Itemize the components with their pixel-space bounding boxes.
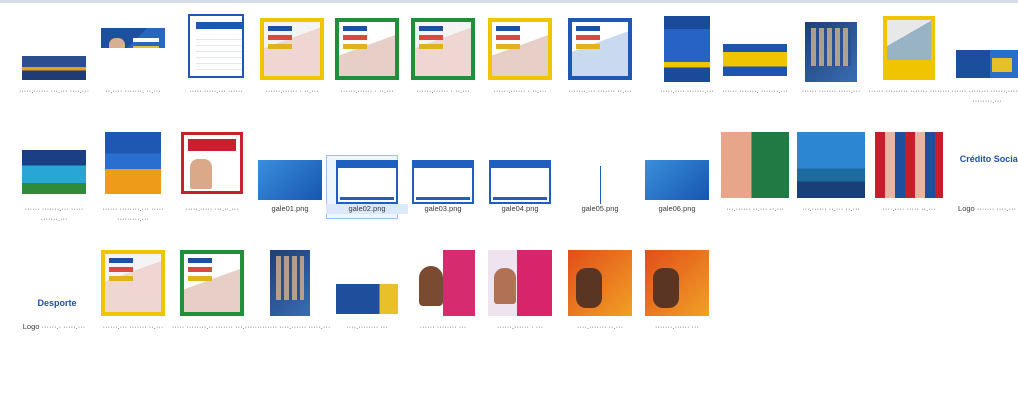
file-thumbnail[interactable]	[875, 132, 943, 198]
file-name-label: ····.········ ···	[346, 322, 388, 331]
logo-text: Crédito Social	[959, 154, 1018, 164]
file-thumbnail[interactable]	[883, 16, 935, 80]
file-name-label: ······ ········.··· ····· ·········.···	[102, 204, 164, 223]
file-name-label: ·····.······ ···.··· ····.···	[18, 86, 90, 95]
file-thumbnail[interactable]	[101, 250, 165, 316]
file-thumbnail[interactable]	[569, 160, 631, 204]
file-thumbnail[interactable]	[101, 28, 165, 48]
file-name-label: ······.······ · ··.···	[493, 86, 547, 95]
thumbnail-art	[184, 254, 240, 312]
logo-text: Desporte	[37, 298, 77, 308]
file-thumbnail[interactable]	[721, 132, 789, 198]
file-thumbnail[interactable]	[805, 22, 857, 82]
file-name-label: ··.···· ·······. ··.···	[105, 86, 161, 95]
file-thumbnail[interactable]	[956, 50, 1018, 78]
file-name-label: gale04.png	[501, 204, 539, 213]
file-thumbnail[interactable]	[270, 250, 310, 316]
file-thumbnail[interactable]	[258, 160, 322, 200]
file-thumbnail[interactable]	[489, 160, 551, 204]
file-name-label: ······.······ · ···	[496, 322, 544, 331]
file-thumbnail[interactable]	[181, 132, 243, 194]
file-thumbnail[interactable]	[260, 18, 324, 80]
thumbnail-art	[105, 254, 161, 312]
file-thumbnail[interactable]	[411, 18, 475, 80]
file-name-label: ······ ·······. ·······.···	[722, 86, 788, 95]
file-thumbnail[interactable]	[664, 16, 710, 82]
window-top-border	[0, 0, 1018, 3]
thumbnail-art	[339, 22, 395, 76]
file-name-label: ·····.····· ···.··.···	[185, 204, 239, 213]
file-thumbnail[interactable]	[488, 18, 552, 80]
file-thumbnail[interactable]	[568, 18, 632, 80]
file-thumbnail[interactable]	[645, 160, 709, 200]
file-name-label: ···.······ ··.··· ··.···	[802, 204, 860, 213]
file-thumbnail[interactable]	[797, 132, 865, 198]
file-name-label: gale03.png	[424, 204, 462, 213]
file-thumbnail[interactable]	[336, 284, 398, 314]
file-name-label: ····· ·····.··· ······	[189, 86, 243, 95]
file-name-label: ······.······ · ··.···	[416, 86, 470, 95]
file-name-label: ···.······ ··.··· ··.···	[726, 204, 784, 213]
file-name-label: ······ ········· ······· ········	[868, 86, 950, 95]
file-thumbnail[interactable]: Crédito Social	[953, 132, 1018, 192]
file-name-label: Logo ······.· ·····.···	[22, 322, 86, 331]
file-thumbnail[interactable]	[22, 150, 86, 194]
file-thumbnail[interactable]	[105, 132, 161, 194]
file-name-label: ····.······· ··.···	[576, 322, 624, 331]
file-name-label: ······.······ · ··.···	[340, 86, 394, 95]
file-thumbnail[interactable]	[22, 56, 86, 80]
file-name-label: ······ ········ ······.······ ········.·…	[951, 86, 1018, 105]
file-thumbnail[interactable]	[723, 44, 787, 76]
thumbnail-art	[264, 22, 320, 76]
file-name-label: ······.······ · ··.···	[265, 86, 319, 95]
file-thumbnail[interactable]	[180, 250, 244, 316]
thumbnail-art	[415, 22, 471, 76]
file-name-label: Logo ······· ····.···	[958, 204, 1016, 213]
file-thumbnail[interactable]	[412, 160, 474, 204]
file-name-label: ·······.······ ···	[654, 322, 700, 331]
file-name-label: gale06.png	[658, 204, 696, 213]
file-name-label: gale01.png	[271, 204, 309, 213]
file-name-label: gale05.png	[581, 204, 619, 213]
file-name-label: gale02.png	[326, 204, 408, 214]
file-name-label: ······.··· ······· ··.···	[102, 322, 164, 331]
file-name-label: ······ ········ ···	[419, 322, 467, 331]
file-thumbnail[interactable]	[488, 250, 552, 316]
file-name-label: ··········· ····.······ ·····.···	[249, 322, 331, 331]
thumbnail-art	[572, 22, 628, 76]
file-name-label: ······ ·······.··· ····· ·······.···	[24, 204, 84, 223]
thumbnail-art	[492, 22, 548, 76]
file-name-label: ·······.··· ······· ··.···	[568, 86, 632, 95]
file-thumbnail[interactable]	[335, 18, 399, 80]
file-thumbnail[interactable]	[336, 160, 398, 204]
file-thumbnail[interactable]: Desporte	[20, 276, 88, 316]
file-thumbnail[interactable]	[568, 250, 632, 316]
file-thumbnail[interactable]	[645, 250, 709, 316]
file-thumbnail[interactable]	[188, 14, 244, 78]
file-thumbnail[interactable]	[411, 250, 475, 316]
file-name-label: ····· ········.·· ······· ···.···	[171, 322, 253, 331]
file-name-label: ······ ······· ·····.···	[801, 86, 861, 95]
file-name-label: ····.···· ····· ··.···	[882, 204, 936, 213]
